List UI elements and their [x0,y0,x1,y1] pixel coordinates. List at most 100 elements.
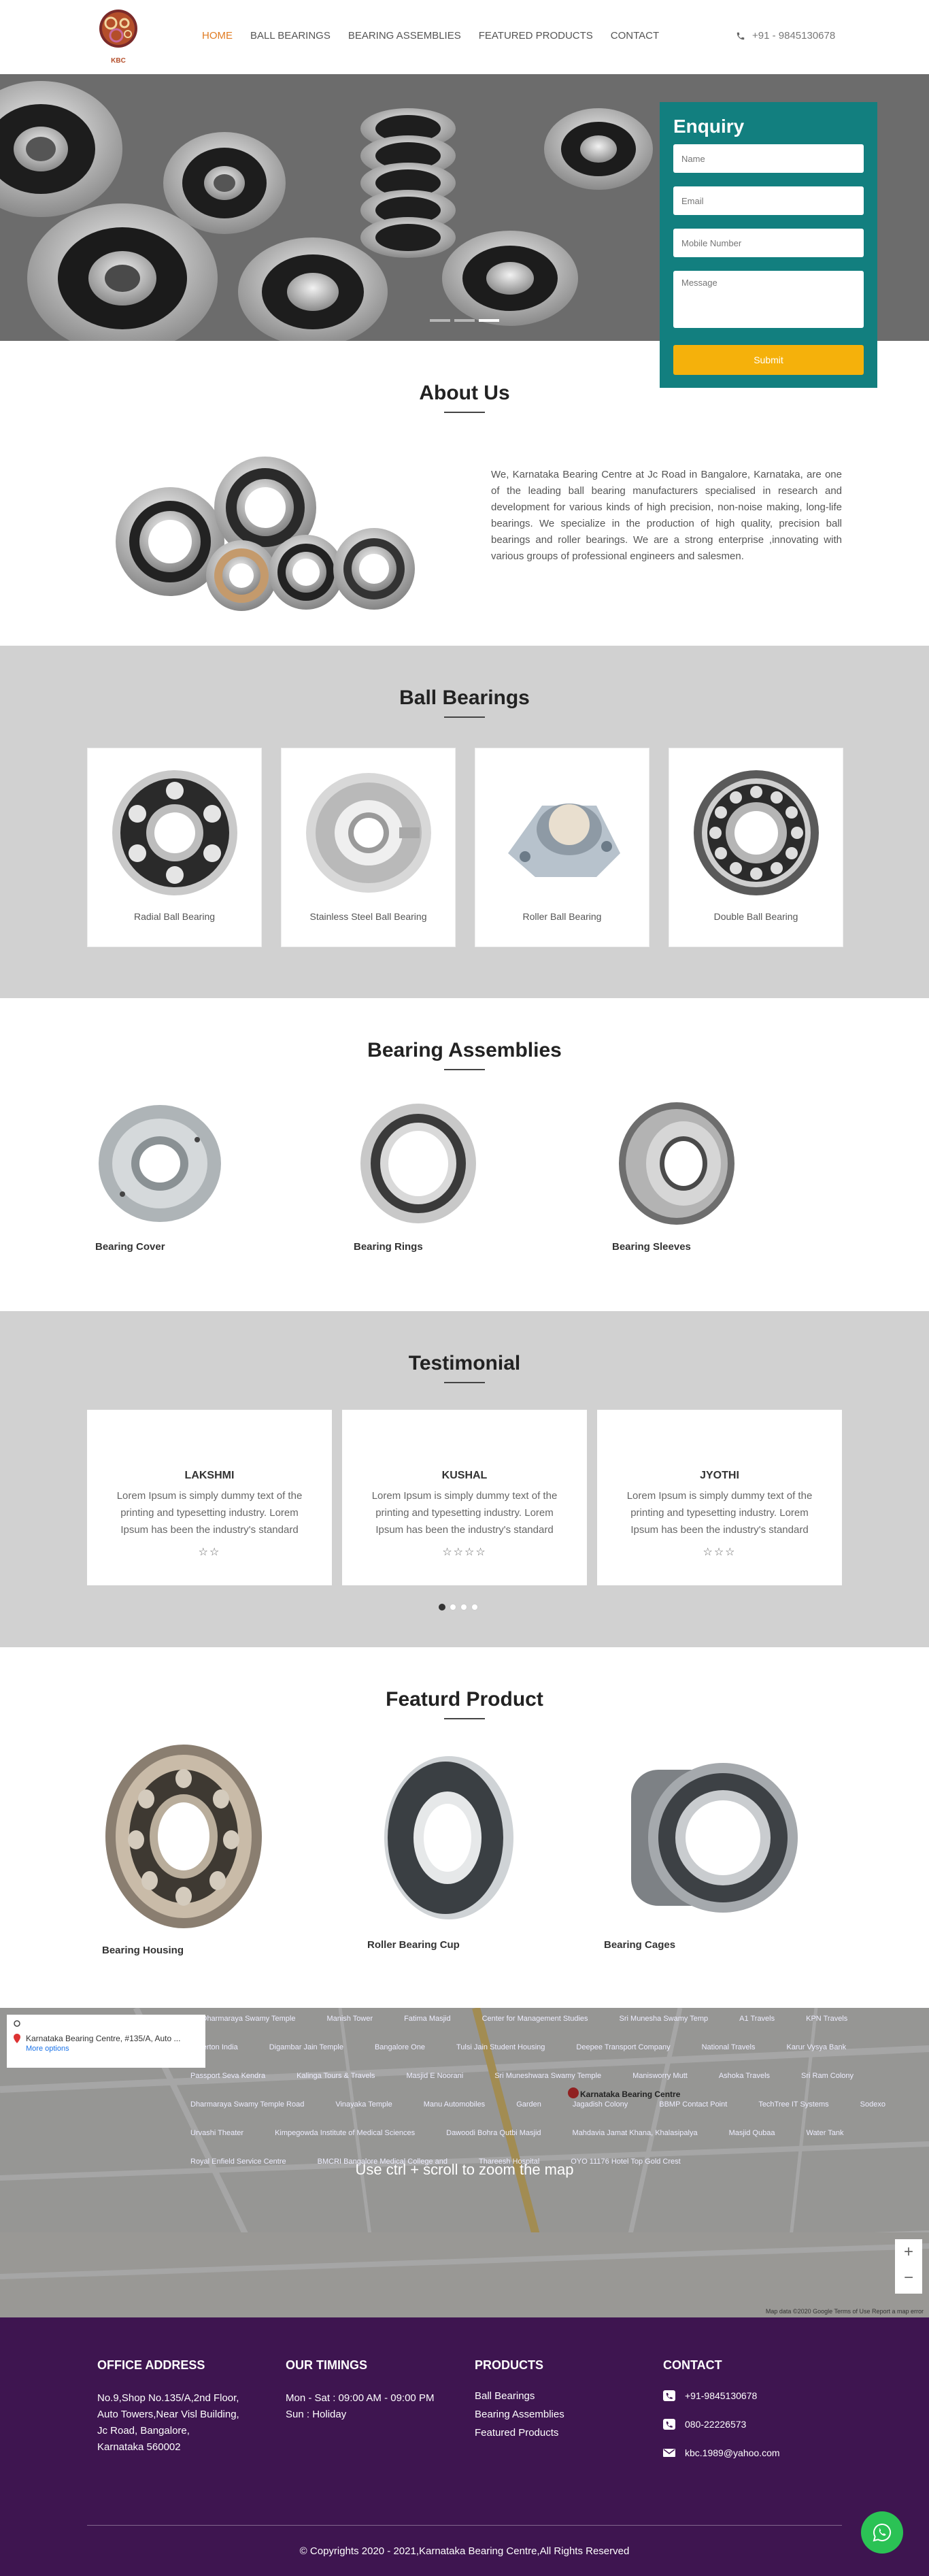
svg-text:KBC: KBC [111,57,126,65]
site-header: KBC HOME BALL BEARINGS BEARING ASSEMBLIE… [0,0,929,74]
contact-landline[interactable]: 080-22226573 [663,2419,840,2430]
hero-bearing-stack [360,108,456,258]
map-place-name: Karnataka Bearing Centre, #135/A, Auto .… [26,2034,181,2043]
product-card-radial[interactable]: Radial Ball Bearing [87,748,262,947]
carousel-dot[interactable] [450,1604,456,1611]
map-label: Fatima Masjid [404,2015,451,2023]
zoom-out-button[interactable]: − [895,2265,922,2291]
map-label: Water Tank [806,2129,844,2137]
assembly-item-cover[interactable]: Bearing Cover [95,1099,224,1253]
product-card-roller-ball[interactable]: Roller Ball Bearing [475,748,649,947]
slider-dot[interactable] [454,319,475,322]
enquiry-title: Enquiry [673,116,745,137]
featured-label: Bearing Housing [102,1945,184,1956]
submit-button[interactable]: Submit [673,345,864,375]
map-label: Dharmaraya Swamy Temple Road [190,2100,305,2109]
featured-item-housing[interactable]: Bearing Housing [102,1741,265,1956]
footer-link-ball-bearings[interactable]: Ball Bearings [475,2390,652,2402]
whatsapp-button[interactable] [861,2511,903,2554]
bearing-housing-image [105,1745,262,1928]
footer-divider [87,2525,842,2526]
featured-title: Featurd Product [386,1688,543,1711]
main-nav: HOME BALL BEARINGS BEARING ASSEMBLIES FE… [202,30,659,42]
bearing-assemblies-section: Bearing Assemblies Bearing Cover Bearing… [0,998,929,1311]
testimonial-section: Testimonial LAKSHMI Lorem Ipsum is simpl… [0,1311,929,1647]
message-field[interactable] [673,271,864,328]
timing-line: Sun : Holiday [286,2409,347,2420]
testimonial-name: LAKSHMI [184,1470,235,1481]
contact-title: CONTACT [663,2358,722,2372]
zoom-in-button[interactable]: + [895,2239,922,2265]
carousel-dot[interactable] [460,1604,467,1611]
rating-stars-icon: ☆☆☆ [703,1547,737,1558]
office-line: Auto Towers,Near Visl Building, [97,2409,239,2420]
company-logo[interactable]: KBC [97,8,139,67]
contact-mobile-text: +91-9845130678 [685,2390,758,2401]
bearing-cover-image [99,1105,221,1222]
footer-products: PRODUCTS Ball Bearings Bearing Assemblie… [475,2358,652,2445]
phone-icon [663,2419,675,2430]
office-line: Jc Road, Bangalore, [97,2425,190,2437]
nav-contact[interactable]: CONTACT [611,30,659,42]
header-phone[interactable]: +91 - 9845130678 [736,30,835,42]
contact-mobile[interactable]: +91-9845130678 [663,2390,840,2401]
nav-bearing-assemblies[interactable]: BEARING ASSEMBLIES [348,30,461,42]
map-label: National Travels [701,2043,756,2051]
map-label: Masjid Qubaa [728,2129,775,2137]
featured-label: Roller Bearing Cup [367,1939,460,1951]
product-card-double[interactable]: Double Ball Bearing [669,748,843,947]
map-zoom-hint: Use ctrl + scroll to zoom the map [355,2161,574,2178]
nav-featured-products[interactable]: FEATURED PRODUCTS [479,30,593,42]
map-marker-label: Karnataka Bearing Centre [580,2090,681,2099]
product-card-stainless[interactable]: Stainless Steel Ball Bearing [281,748,456,947]
slider-dot-active[interactable] [479,319,499,322]
testimonial-name: JYOTHI [700,1470,739,1481]
testimonial-card: LAKSHMI Lorem Ipsum is simply dummy text… [87,1410,332,1585]
map-label: Sodexo [860,2100,885,2109]
footer-link-featured-products[interactable]: Featured Products [475,2427,652,2439]
map-label: Sri Ram Colony [801,2072,854,2080]
nav-home[interactable]: HOME [202,30,233,42]
map-label: Karur Vysya Bank [786,2043,847,2051]
title-underline [444,1382,485,1383]
nav-ball-bearings[interactable]: BALL BEARINGS [250,30,331,42]
featured-item-roller-cup[interactable]: Roller Bearing Cup [367,1749,517,1951]
contact-email[interactable]: kbc.1989@yahoo.com [663,2447,840,2458]
timings-title: OUR TIMINGS [286,2358,367,2372]
assembly-label: Bearing Cover [95,1241,165,1253]
carousel-dot[interactable] [471,1604,478,1611]
map-place-card: Karnataka Bearing Centre, #135/A, Auto .… [7,2015,205,2068]
email-field[interactable] [673,186,864,215]
assembly-label: Bearing Rings [354,1241,423,1253]
testimonial-title: Testimonial [408,1352,521,1374]
carousel-dot-active[interactable] [439,1604,445,1611]
bearing-sleeves-image [619,1102,734,1225]
map-more-options[interactable]: More options [7,2043,205,2054]
featured-item-cages[interactable]: Bearing Cages [604,1749,801,1951]
map-place-labels: Sri Dharmaraya Swamy Temple Manish Tower F… [190,2015,911,2166]
mobile-field[interactable] [673,229,864,257]
location-map[interactable]: Karnataka Bearing Centre Sri Dharmaraya … [0,2008,929,2317]
map-label: Tulsi Jain Student Housing [456,2043,545,2051]
product-label: Radial Ball Bearing [133,911,216,922]
featured-label: Bearing Cages [604,1939,676,1951]
roller-bearing-cup-image [384,1756,513,1919]
whatsapp-icon [873,2523,892,2542]
assembly-item-sleeves[interactable]: Bearing Sleeves [612,1099,741,1253]
map-label: Manu Automobiles [423,2100,486,2109]
roller-ball-bearing-image [508,804,620,877]
ball-bearings-section: Ball Bearings Radial Ball Bearing Stainl… [0,646,929,998]
testimonial-text: Lorem Ipsum is simply dummy text of the … [371,1490,558,1536]
map-label: Manisworry Mutt [632,2072,688,2080]
pin-icon [14,2034,20,2043]
map-label: Digambar Jain Temple [269,2043,343,2051]
map-label: Sri Munesha Swamy Temp [619,2015,709,2023]
product-label: Double Ball Bearing [713,911,798,922]
name-field[interactable] [673,144,864,173]
testimonial-card: KUSHAL Lorem Ipsum is simply dummy text … [342,1410,587,1585]
footer-link-bearing-assemblies[interactable]: Bearing Assemblies [475,2409,652,2420]
office-line: Karnataka 560002 [97,2441,181,2453]
slider-dot[interactable] [430,319,450,322]
assembly-item-rings[interactable]: Bearing Rings [354,1099,483,1253]
map-label: BBMP Contact Point [659,2100,728,2109]
